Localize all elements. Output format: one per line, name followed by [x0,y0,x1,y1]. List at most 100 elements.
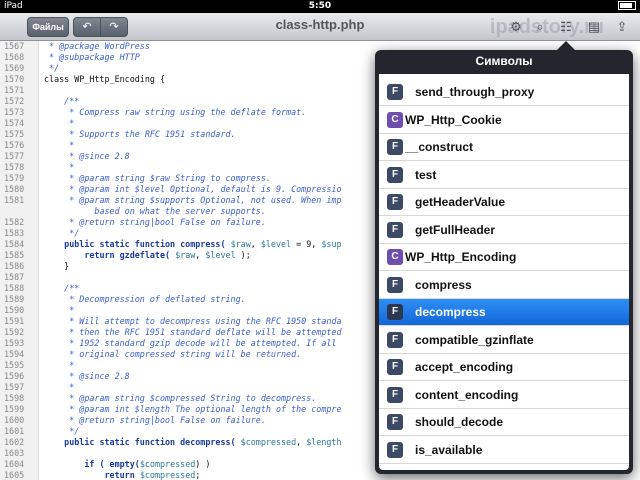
code-token: * @param int $length The optional length… [44,404,342,414]
line-number: 1575 [4,129,25,139]
line-number: 1598 [4,393,25,403]
symbols-icon[interactable]: ☷ [558,19,574,35]
line-number: 1591 [4,316,25,326]
code-token: * Decompression of deflated string. [44,294,246,304]
symbol-label: content_encoding [415,387,519,402]
code-token: $sup [321,239,342,249]
function-icon: F [387,221,403,238]
symbol-item[interactable]: Ftest [379,162,629,189]
line-number: 1569 [4,63,25,73]
line-number: 1601 [4,426,25,436]
symbol-item[interactable]: Faccept_encoding [379,354,629,381]
line-number: 1571 [4,85,25,95]
code-token: * then the RFC 1951 standard deflate wil… [44,327,342,337]
symbol-label: WP_Http_Encoding [405,250,517,264]
function-icon: F [387,359,403,375]
symbol-label: getHeaderValue [415,195,506,209]
symbol-item[interactable]: C WP_Http_Cookie [379,107,629,134]
code-token: $length [306,437,342,447]
line-number: 1597 [4,382,25,392]
code-text: * [44,305,74,316]
code-token: * @param int $level Optional, default is… [44,184,342,194]
symbol-item[interactable]: Fis_available [379,437,629,464]
code-token: $level [205,250,236,260]
symbol-item[interactable]: C WP_Http_Encoding [379,244,629,271]
code-token: if ( empty( [44,459,140,469]
code-text: return $compressed; [44,470,201,480]
search-icon[interactable]: ⌕ [532,19,548,35]
code-token: * [44,360,75,370]
class-icon: C [387,249,403,265]
code-token: , [195,250,206,260]
line-number: 1596 [4,371,25,381]
code-token: * @since 2.8 [44,371,130,381]
line-number: 1568 [4,52,25,62]
code-token: */ [44,228,80,238]
code-token: * [44,162,75,172]
code-text: * @subpackage HTTP [44,52,140,63]
code-text: public static function decompress( $comp… [44,437,342,448]
line-number: 1574 [4,118,25,128]
line-number: 1593 [4,338,25,348]
symbol-label: test [415,167,437,182]
document-icon[interactable]: ▤ [586,19,602,35]
line-number: 1602 [4,437,25,447]
code-text: * @package WordPress [44,41,150,52]
code-token: * [44,382,75,392]
code-token: $raw [230,239,251,249]
code-token: ; [195,470,201,480]
code-text: based on what the server supports. [44,206,265,217]
code-token: $compressed [240,437,297,447]
line-number: 1577 [4,151,25,161]
line-number: 1576 [4,140,25,150]
code-token: $compressed [139,470,196,480]
clock: 5:50 [308,1,332,11]
share-icon[interactable]: ⇪ [614,19,630,35]
line-number: 1581 [4,195,25,205]
code-token: $raw [175,250,196,260]
code-token: * @param string $raw String to compress. [44,173,271,183]
line-number: 1588 [4,283,25,293]
symbol-item[interactable]: Fcompress [379,272,629,299]
code-text: } [44,261,69,272]
code-token: * @return string|bool False on failure. [44,217,266,227]
line-number: 1589 [4,294,25,304]
symbol-item[interactable]: F __construct [379,134,629,161]
code-text: * [44,360,74,371]
symbol-list[interactable]: Fsend_through_proxy C WP_Http_Cookie F __con… [379,74,629,470]
code-token: * @subpackage HTTP [44,52,140,62]
function-icon: F [387,386,403,403]
settings-icon[interactable]: ⚙ [508,19,524,35]
code-token: = 9, [291,239,322,249]
line-number: 1578 [4,162,25,172]
code-text: */ [44,63,59,74]
popover-title: Символы [475,54,533,68]
code-token: } [44,261,70,271]
symbol-item[interactable]: Fsend_through_proxy [379,79,629,106]
function-icon: F [387,84,403,100]
code-token: * @since 2.8 [44,151,130,161]
symbol-item[interactable]: FgetHeaderValue [379,189,629,216]
code-token: */ [44,63,60,73]
symbol-label: __construct [405,140,474,154]
symbol-item[interactable]: Fdecompress [379,299,629,326]
code-text: * original compressed string will be ret… [44,349,301,360]
function-icon: F [387,194,403,210]
battery-icon [616,1,636,11]
line-number: 1603 [4,448,25,458]
symbol-item[interactable]: Fcontent_encoding [379,382,629,409]
symbol-item[interactable]: Fcompatible_gzinflate [379,327,629,354]
code-text: * [44,118,74,129]
symbol-item[interactable]: Fshould_decode [379,409,629,436]
code-text: * then the RFC 1951 standard deflate wil… [44,327,342,338]
line-number: 1587 [4,272,25,282]
code-text: * @param int $length The optional length… [44,404,342,415]
code-text: return gzdeflate( $raw, $level ); [44,250,250,261]
function-icon: F [387,276,403,293]
symbol-label: compress [415,277,472,292]
code-token: * Will attempt to decompress using the R… [44,316,342,326]
status-bar: iPad 5:50 [0,0,640,13]
symbol-label: getFullHeader [415,222,496,237]
symbol-item[interactable]: FgetFullHeader [379,217,629,244]
function-icon: F [387,331,403,348]
